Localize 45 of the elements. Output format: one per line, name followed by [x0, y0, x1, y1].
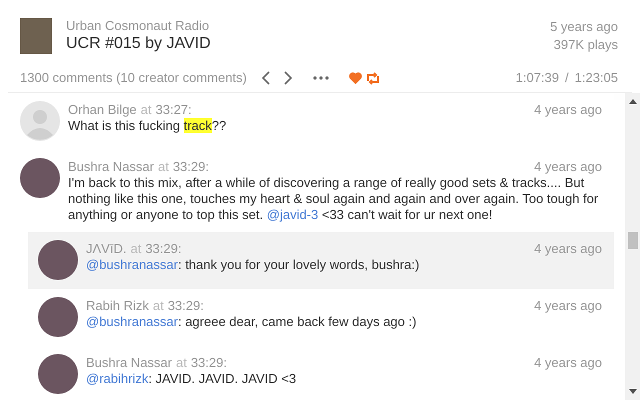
- scrollbar[interactable]: [625, 93, 640, 400]
- artist-name[interactable]: Urban Cosmonaut Radio: [66, 18, 211, 34]
- mention-link[interactable]: @bushranassar: [86, 257, 178, 272]
- heart-icon[interactable]: [348, 72, 362, 84]
- play-count: 397K plays: [554, 36, 618, 54]
- mention-link[interactable]: @javid-3: [266, 207, 318, 222]
- comment-text: @bushranassar: agreee dear, came back few days ago :): [86, 314, 418, 330]
- scroll-down-icon[interactable]: [628, 389, 636, 394]
- repost-icon[interactable]: [366, 72, 380, 84]
- mention-link[interactable]: @rabihrizk: [86, 371, 148, 386]
- avatar-photo-placeholder: [38, 297, 78, 337]
- previous-icon[interactable]: [260, 70, 271, 86]
- comment-text: @bushranassar: thank you for your lovely words, bushra:): [86, 257, 420, 273]
- comment-age: 4 years ago: [534, 240, 602, 257]
- comment-timestamp: at 33:29:: [176, 354, 227, 371]
- mention-link[interactable]: @bushranassar: [86, 314, 178, 329]
- cover-art-placeholder: [20, 18, 52, 54]
- comment-text: I'm back to this mix, after a while of discovering a range of really good sets & tracks.... But nothing like this one, touches my heart & soul again and again and over again. Too tough for anything or anyone to top this set. @javid-3 <33 can't wait for ur next one!: [68, 175, 600, 223]
- comment-author[interactable]: JΛVīD.: [86, 240, 126, 257]
- avatar-photo-placeholder: [20, 158, 60, 198]
- default-avatar-icon: [20, 101, 60, 141]
- comment-author[interactable]: Bushra Nassar: [68, 158, 154, 175]
- comment-text: @rabihrizk: JAVID. JAVID. JAVID <3: [86, 371, 298, 387]
- track-title[interactable]: UCR #015 by JAVID: [66, 34, 211, 54]
- comment-timestamp: at 33:29:: [152, 297, 204, 314]
- next-icon[interactable]: [282, 70, 293, 86]
- avatar-photo-placeholder: [38, 240, 78, 280]
- comment-age: 4 years ago: [534, 354, 602, 371]
- comment-age: 4 years ago: [534, 297, 602, 314]
- comment-age: 4 years ago: [534, 158, 602, 175]
- scroll-up-icon[interactable]: [628, 99, 636, 104]
- time-separator: /: [565, 69, 569, 88]
- track-duration: 1:23:05: [574, 69, 618, 88]
- comment-count: 1300 comments (10 creator comments): [20, 69, 247, 88]
- more-icon[interactable]: [312, 76, 329, 80]
- posted-age: 5 years ago: [550, 18, 618, 36]
- avatar-photo-placeholder: [38, 354, 78, 394]
- playback-position: 1:07:39: [516, 69, 559, 88]
- comment-age: 4 years ago: [534, 101, 602, 118]
- comment-timestamp: at 33:27:: [140, 101, 192, 118]
- comment-author[interactable]: Bushra Nassar: [86, 354, 172, 371]
- scrollbar-thumb[interactable]: [628, 232, 638, 249]
- comment-author[interactable]: Rabih Rizk: [86, 297, 149, 314]
- comment-author[interactable]: Orhan Bilge: [68, 101, 137, 118]
- comment-timestamp: at 33:29:: [158, 158, 209, 175]
